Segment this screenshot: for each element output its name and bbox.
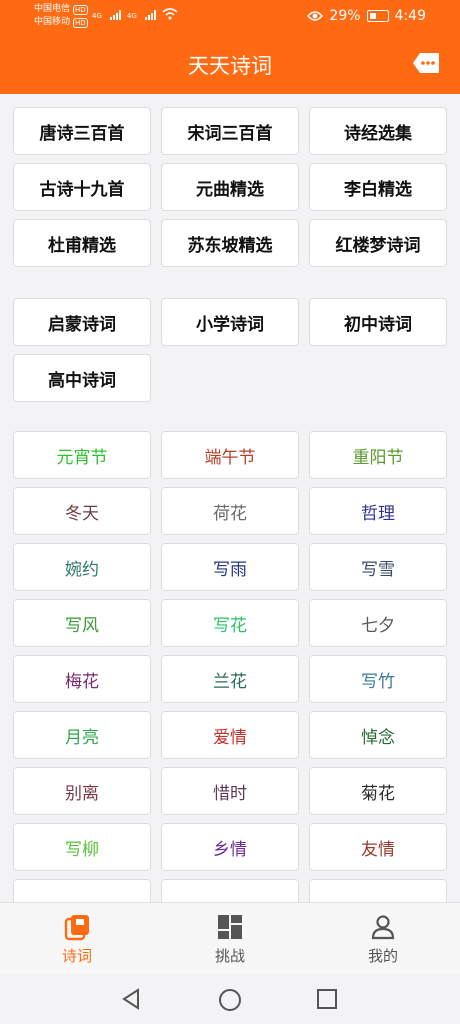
topic-item[interactable] — [309, 879, 447, 902]
eye-icon — [307, 11, 324, 21]
collection-item[interactable]: 宋词三百首 — [161, 107, 299, 155]
recents-icon[interactable] — [317, 989, 337, 1009]
topic-item[interactable]: 写柳 — [13, 823, 151, 871]
carrier-1: 中国电信 — [34, 4, 71, 14]
topic-grid: 元宵节 端午节 重阳节冬天 荷花 哲理婉约 写雨 写雪写风 写花 七夕梅花 兰花 写竹月亮 爱情 悼念别… — [13, 431, 447, 902]
topic-item[interactable]: 写雨 — [161, 543, 299, 591]
more-dots-icon[interactable] — [412, 52, 440, 74]
page-title: 天天诗词 — [188, 54, 272, 78]
collection-item[interactable]: 诗经选集 — [309, 107, 447, 155]
carrier-info: 中国电信 HD 中国移动 HD — [34, 3, 88, 29]
topic-item[interactable]: 月亮 — [13, 711, 151, 759]
hd-badge: HD — [73, 4, 88, 15]
wifi-icon — [162, 8, 178, 20]
topic-item[interactable]: 菊花 — [309, 767, 447, 815]
main-content: 唐诗三百首 宋词三百首 诗经选集 古诗十九首 元曲精选 李白精选 杜甫精选 苏东… — [0, 94, 460, 902]
school-item[interactable]: 高中诗词 — [13, 354, 151, 402]
person-icon — [371, 915, 395, 940]
collection-item[interactable]: 元曲精选 — [161, 163, 299, 211]
topic-item[interactable]: 友情 — [309, 823, 447, 871]
topic-item[interactable]: 写雪 — [309, 543, 447, 591]
signal-icon — [144, 10, 156, 20]
school-item[interactable]: 小学诗词 — [161, 298, 299, 346]
carrier-2: 中国移动 — [34, 17, 71, 27]
collection-item[interactable]: 苏东坡精选 — [161, 219, 299, 267]
school-item[interactable]: 初中诗词 — [309, 298, 447, 346]
topic-item[interactable]: 哲理 — [309, 487, 447, 535]
topic-item[interactable]: 写风 — [13, 599, 151, 647]
topic-item[interactable]: 梅花 — [13, 655, 151, 703]
nav-label: 诗词 — [61, 947, 92, 965]
signal-icon — [109, 10, 121, 20]
book-icon — [64, 915, 89, 941]
nav-label: 我的 — [367, 947, 398, 965]
system-nav-bar — [0, 974, 460, 1024]
school-grid: 启蒙诗词 小学诗词 初中诗词 高中诗词 — [13, 298, 447, 402]
topic-item[interactable]: 冬天 — [13, 487, 151, 535]
nav-poems[interactable]: 诗词 — [27, 913, 127, 966]
status-right: 29% 4:49 — [307, 8, 426, 24]
topic-item[interactable]: 惜时 — [161, 767, 299, 815]
school-item[interactable]: 启蒙诗词 — [13, 298, 151, 346]
collection-item[interactable]: 李白精选 — [309, 163, 447, 211]
collection-item[interactable]: 杜甫精选 — [13, 219, 151, 267]
grid-icon — [218, 915, 242, 939]
home-icon[interactable] — [218, 988, 242, 1012]
back-icon[interactable] — [120, 988, 142, 1010]
nav-challenge[interactable]: 挑战 — [180, 913, 280, 966]
signal-group: 4G 4G — [92, 8, 178, 20]
topic-item[interactable]: 写花 — [161, 599, 299, 647]
battery-level: 29% — [329, 8, 361, 24]
topic-item[interactable]: 荷花 — [161, 487, 299, 535]
clock: 4:49 — [394, 8, 426, 24]
topic-item[interactable]: 重阳节 — [309, 431, 447, 479]
topic-item[interactable] — [161, 879, 299, 902]
topic-item[interactable]: 婉约 — [13, 543, 151, 591]
topic-item[interactable]: 元宵节 — [13, 431, 151, 479]
collection-item[interactable]: 唐诗三百首 — [13, 107, 151, 155]
battery-icon — [366, 10, 389, 22]
net-type: 4G — [92, 12, 102, 20]
topic-item[interactable]: 七夕 — [309, 599, 447, 647]
topic-item[interactable]: 端午节 — [161, 431, 299, 479]
topic-item[interactable]: 乡情 — [161, 823, 299, 871]
app-bar: 天天诗词 — [0, 34, 460, 94]
topic-item[interactable]: 悼念 — [309, 711, 447, 759]
status-bar: 中国电信 HD 中国移动 HD 4G 4G 29% 4:49 — [0, 0, 460, 34]
collection-item[interactable]: 古诗十九首 — [13, 163, 151, 211]
topic-item[interactable]: 别离 — [13, 767, 151, 815]
bottom-nav: 诗词 挑战 我的 — [0, 902, 460, 975]
topic-item[interactable]: 兰花 — [161, 655, 299, 703]
nav-profile[interactable]: 我的 — [333, 913, 433, 966]
nav-label: 挑战 — [214, 947, 245, 965]
hd-badge: HD — [73, 17, 88, 28]
topic-item[interactable]: 爱情 — [161, 711, 299, 759]
topic-item[interactable] — [13, 879, 151, 902]
collection-grid: 唐诗三百首 宋词三百首 诗经选集 古诗十九首 元曲精选 李白精选 杜甫精选 苏东… — [13, 107, 447, 267]
topic-item[interactable]: 写竹 — [309, 655, 447, 703]
net-type: 4G — [126, 12, 137, 20]
collection-item[interactable]: 红楼梦诗词 — [309, 219, 447, 267]
